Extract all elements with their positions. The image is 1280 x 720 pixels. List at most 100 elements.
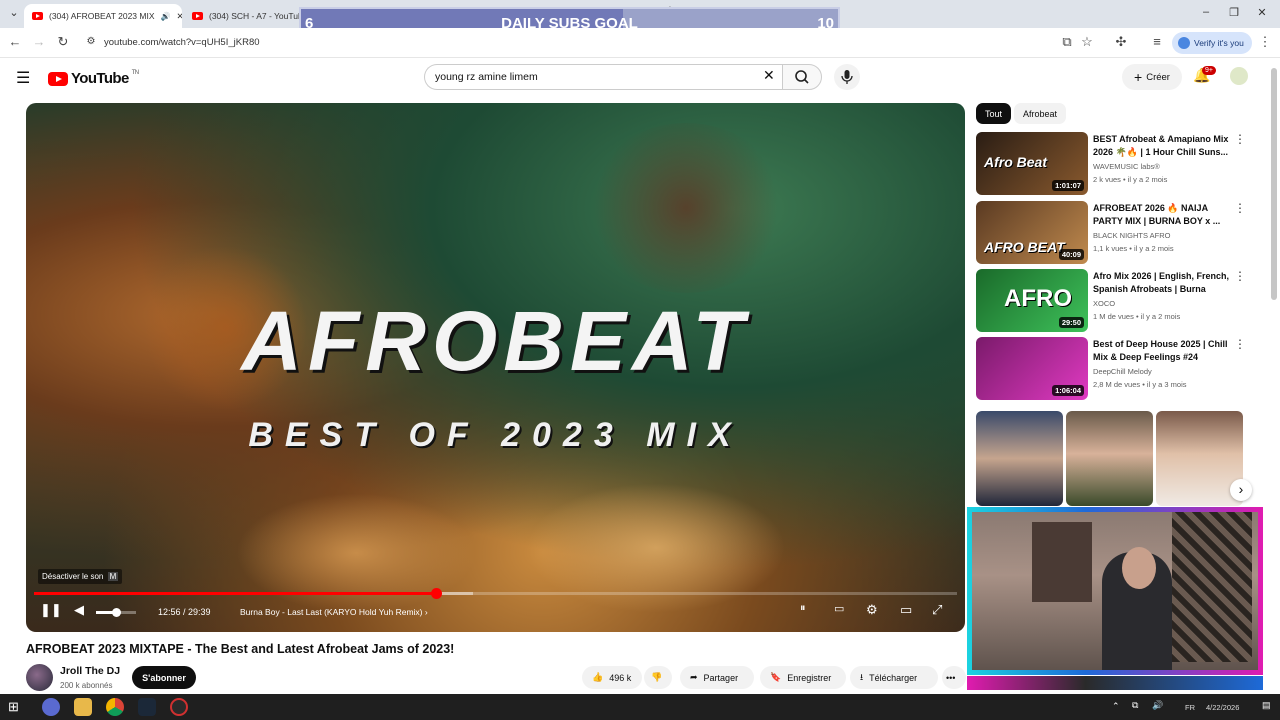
- volume-slider[interactable]: [96, 608, 136, 617]
- chrome-icon[interactable]: [106, 698, 124, 716]
- extensions-icon[interactable]: ✣: [1112, 34, 1130, 50]
- audio-icon[interactable]: 🔊: [161, 12, 171, 21]
- volume-handle[interactable]: [112, 608, 121, 617]
- install-icon[interactable]: ⧉: [1058, 34, 1076, 50]
- menu-icon[interactable]: ☰: [16, 68, 30, 88]
- kebab-menu-icon[interactable]: ⋮: [1234, 201, 1246, 215]
- recommendation-channel[interactable]: BLACK NIGHTS AFRO: [1093, 231, 1171, 240]
- recommendation-title[interactable]: Best of Deep House 2025 | Chill Mix & De…: [1093, 338, 1233, 363]
- kebab-menu-icon[interactable]: ⋮: [1234, 132, 1246, 146]
- create-button[interactable]: + Créer: [1122, 64, 1182, 90]
- language-indicator[interactable]: FR: [1185, 703, 1195, 712]
- search-box: ✕: [424, 64, 786, 90]
- recommendation-title[interactable]: BEST Afrobeat & Amapiano Mix 2026 🌴🔥 | 1…: [1093, 133, 1233, 158]
- file-explorer-icon[interactable]: [74, 698, 92, 716]
- subscriber-count: 200 k abonnés: [60, 681, 113, 690]
- network-icon[interactable]: ⧉: [1132, 700, 1138, 711]
- recommendation-channel[interactable]: WAVEMUSIC labs®: [1093, 162, 1160, 171]
- tray-chevron-icon[interactable]: ⌃: [1112, 701, 1120, 712]
- recommendation-channel[interactable]: DeepChill Melody: [1093, 367, 1152, 376]
- like-button[interactable]: 👍 496 k: [582, 666, 642, 689]
- recommendation-thumbnail[interactable]: Afro Beat 1:01:07: [976, 132, 1088, 195]
- dislike-button[interactable]: 👎: [644, 666, 672, 689]
- create-label: Créer: [1146, 71, 1170, 83]
- kebab-menu-icon[interactable]: ⋮: [1234, 337, 1246, 351]
- recommendation-item[interactable]: 1:06:04 Best of Deep House 2025 | Chill …: [976, 337, 1246, 400]
- recommendation-thumbnail[interactable]: 1:06:04: [976, 337, 1088, 400]
- speaker-icon[interactable]: 🔊: [1152, 700, 1163, 711]
- chip-all[interactable]: Tout: [976, 103, 1012, 124]
- video-player[interactable]: AFROBEAT BEST OF 2023 MIX Désactiver le …: [26, 103, 965, 632]
- search-input[interactable]: [435, 69, 755, 85]
- app-icon[interactable]: [42, 698, 60, 716]
- restore-icon[interactable]: ❐: [1224, 6, 1244, 19]
- video-title: AFROBEAT 2023 MIXTAPE - The Best and Lat…: [26, 642, 455, 656]
- pause-icon[interactable]: ❚❚: [40, 602, 62, 618]
- voice-search-button[interactable]: [834, 64, 860, 90]
- search-button[interactable]: [782, 64, 822, 90]
- theater-mode-icon[interactable]: ▭: [900, 602, 912, 618]
- recommendation-title[interactable]: AFROBEAT 2026 🔥 NAIJA PARTY MIX | BURNA …: [1093, 202, 1233, 227]
- more-actions-button[interactable]: •••: [942, 666, 966, 689]
- played-bar: [34, 592, 437, 595]
- tab-close-icon[interactable]: ✕: [176, 11, 182, 22]
- recommendation-thumbnail[interactable]: AFRO BEAT 40:09: [976, 201, 1088, 264]
- shorts-next-button[interactable]: ›: [1230, 479, 1252, 501]
- youtube-header: ☰ YouTube TN ✕ + Créer 🔔 9+: [0, 58, 1280, 100]
- media-control-icon[interactable]: ≡: [1148, 34, 1166, 49]
- browser-menu-icon[interactable]: ⋮: [1256, 34, 1274, 50]
- recommendation-item[interactable]: AFRO 29:50 Afro Mix 2026 | English, Fren…: [976, 269, 1246, 332]
- duration-badge: 1:06:04: [1052, 385, 1084, 396]
- settings-gear-icon[interactable]: ⚙: [866, 602, 878, 618]
- verify-profile-button[interactable]: Verify it's you: [1172, 32, 1252, 54]
- save-button[interactable]: 🔖 Enregistrer: [760, 666, 846, 689]
- back-icon[interactable]: ←: [6, 34, 24, 49]
- clock-date[interactable]: 4/22/2026: [1206, 703, 1239, 712]
- autoplay-toggle-icon[interactable]: ⏸: [800, 602, 806, 615]
- short-thumbnail[interactable]: [976, 411, 1063, 506]
- notification-center-icon[interactable]: ▤: [1262, 700, 1271, 711]
- page-scrollbar[interactable]: [1271, 68, 1277, 300]
- recommendation-title[interactable]: Afro Mix 2026 | English, French, Spanish…: [1093, 270, 1233, 295]
- chapter-button[interactable]: Burna Boy - Last Last (KARYO Hold Yuh Re…: [240, 607, 428, 617]
- forward-icon[interactable]: →: [30, 34, 48, 49]
- youtube-play-icon: [48, 71, 68, 86]
- download-button[interactable]: ⭳ Télécharger: [850, 666, 938, 689]
- kebab-menu-icon[interactable]: ⋮: [1234, 269, 1246, 283]
- close-window-icon[interactable]: ✕: [1252, 6, 1272, 19]
- short-thumbnail[interactable]: [1066, 411, 1153, 506]
- subscribe-button[interactable]: S'abonner: [132, 666, 196, 689]
- minimize-icon[interactable]: –: [1196, 6, 1216, 18]
- channel-name[interactable]: Jroll The DJ: [60, 665, 120, 677]
- mute-shortcut-key: M: [107, 572, 119, 581]
- youtube-logo[interactable]: YouTube TN: [48, 70, 139, 87]
- progress-bar[interactable]: [34, 588, 957, 599]
- clear-search-icon[interactable]: ✕: [763, 67, 775, 84]
- reload-icon[interactable]: ↻: [54, 34, 72, 50]
- recommendation-thumbnail[interactable]: AFRO 29:50: [976, 269, 1088, 332]
- account-avatar[interactable]: [1230, 67, 1248, 85]
- obs-icon[interactable]: [170, 698, 188, 716]
- mute-tooltip-text: Désactiver le son: [42, 572, 104, 581]
- recommendation-item[interactable]: Afro Beat 1:01:07 BEST Afrobeat & Amapia…: [976, 132, 1246, 195]
- recommendation-meta: 2 k vues • il y a 2 mois: [1093, 175, 1168, 184]
- channel-avatar[interactable]: [26, 664, 53, 691]
- windows-start-icon[interactable]: ⊞: [8, 699, 19, 715]
- site-info-icon[interactable]: ⚙: [82, 36, 100, 47]
- url-field[interactable]: youtube.com/watch?v=qUH5I_jKR80: [104, 37, 260, 48]
- chip-afrobeat[interactable]: Afrobeat: [1014, 103, 1067, 124]
- webcam-feed: [972, 512, 1258, 670]
- recommendation-item[interactable]: AFRO BEAT 40:09 AFROBEAT 2026 🔥 NAIJA PA…: [976, 201, 1246, 264]
- bookmark-star-icon[interactable]: ☆: [1078, 34, 1096, 50]
- steam-icon[interactable]: [138, 698, 156, 716]
- tab-search-icon[interactable]: ⌄: [4, 6, 24, 19]
- volume-icon[interactable]: ◀: [74, 602, 84, 618]
- share-button[interactable]: ➦ Partager: [680, 666, 754, 689]
- tab-afrobeat[interactable]: (304) AFROBEAT 2023 MIX 🔊 ✕: [24, 4, 182, 28]
- scrubber-handle[interactable]: [431, 588, 443, 599]
- fullscreen-icon[interactable]: ⤢: [932, 602, 942, 618]
- recommendation-channel[interactable]: XOCO: [1093, 299, 1115, 308]
- subtitles-icon[interactable]: ▭: [834, 602, 844, 615]
- tab-sch[interactable]: (304) SCH - A7 - YouTube: [184, 4, 300, 28]
- plus-icon: +: [1134, 69, 1143, 85]
